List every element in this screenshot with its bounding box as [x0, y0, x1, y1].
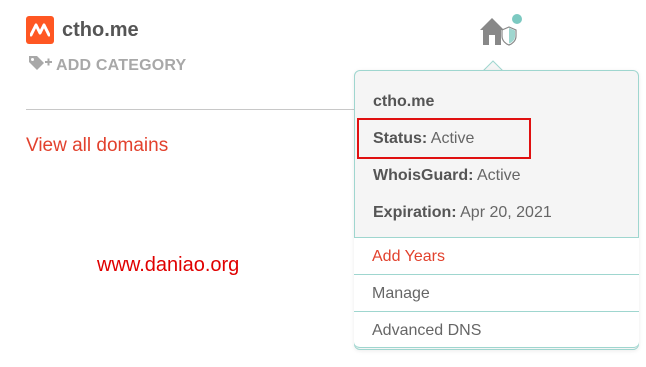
popover-domain-title: ctho.me: [373, 93, 435, 110]
popover-menu: Add Years Manage Advanced DNS: [354, 237, 639, 348]
add-years-link[interactable]: Add Years: [354, 237, 639, 274]
whoisguard-row: WhoisGuard: Active: [373, 167, 521, 185]
whoisguard-label: WhoisGuard:: [373, 167, 474, 184]
divider: [26, 109, 355, 110]
add-category-button[interactable]: ADD CATEGORY: [28, 54, 186, 77]
advanced-dns-link[interactable]: Advanced DNS: [354, 311, 639, 348]
domain-name: ctho.me: [62, 19, 139, 41]
expiration-label: Expiration:: [373, 204, 457, 221]
watermark-text: www.daniao.org: [97, 254, 240, 276]
expiration-row: Expiration: Apr 20, 2021: [373, 204, 552, 222]
view-all-domains-link[interactable]: View all domains: [26, 135, 168, 157]
add-category-label: ADD CATEGORY: [56, 56, 187, 74]
manage-link[interactable]: Manage: [354, 274, 639, 311]
home-shield-icon[interactable]: [478, 14, 524, 48]
tag-add-icon: [28, 54, 52, 77]
expiration-value: Apr 20, 2021: [460, 204, 552, 221]
status-highlight-box: [357, 118, 531, 159]
namecheap-logo-icon: [26, 16, 54, 44]
whoisguard-value: Active: [477, 167, 521, 184]
